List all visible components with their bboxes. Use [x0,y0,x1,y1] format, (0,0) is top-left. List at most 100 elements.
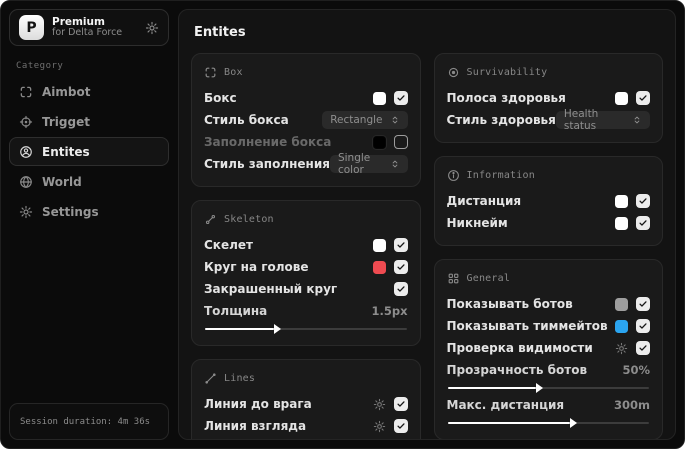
checkbox-checked[interactable] [636,216,650,230]
brand-subtitle: for Delta Force [52,27,123,39]
setting-row-box-enable: Бокс [204,87,408,109]
grid-icon [447,272,460,285]
setting-row-distance: Дистанция [447,190,650,212]
gear-icon[interactable] [373,420,386,433]
setting-row-filled-circle: Закрашенный круг [204,278,408,300]
setting-row-enemy-line: Линия до врага [204,393,408,415]
slider-value: 1.5px [371,304,408,318]
gear-icon[interactable] [373,398,386,411]
sidebar-item-label: Trigget [42,114,90,129]
sidebar-item-settings[interactable]: Settings [9,197,169,226]
card-skeleton: Skeleton Скелет Круг на голове Закрашенн… [191,200,421,346]
box-icon [204,66,217,79]
card-survivability: Survivability Полоса здоровья Стиль здор… [433,53,663,143]
max-distance-slider[interactable] [447,418,649,428]
checkbox-unchecked[interactable] [393,135,408,149]
dropdown-value: Health status [563,108,599,132]
setting-row-bots-opacity: Прозрачность ботов 50% [447,360,650,393]
sidebar-item-world[interactable]: World [9,167,169,196]
app-window: P Premium for Delta Force Category Aimbo… [0,0,685,449]
color-swatch[interactable] [615,91,628,105]
card-title: Survivability [466,67,548,78]
page-title: Entites [194,25,246,40]
setting-row-show-bots: Показывать ботов [447,293,650,315]
setting-row-nickname: Никнейм [447,212,650,234]
session-duration: Session duration: 4m 36s [9,403,169,440]
color-swatch[interactable] [372,260,386,274]
setting-row-box-style: Стиль бокса Rectangle [204,109,408,131]
color-swatch[interactable] [372,238,386,252]
checkbox-checked[interactable] [393,260,408,274]
setting-row-health-style: Стиль здоровья Health status [447,108,650,132]
crosshair-icon [19,115,33,129]
gear-icon [19,205,33,219]
health-style-dropdown[interactable]: Health status [555,108,650,132]
scan-icon [19,85,33,99]
fill-style-dropdown[interactable]: Single color [329,152,408,176]
globe-icon [19,175,33,189]
setting-row-show-teammates: Показывать тиммейтов [447,315,650,337]
setting-row-skeleton: Скелет [204,234,408,256]
card-title: Box [224,67,243,78]
slider-value: 300m [614,398,650,412]
sidebar-item-label: Entites [42,144,90,159]
card-title: Lines [224,373,256,384]
bone-icon [204,213,217,226]
chevron-updown-icon [390,115,400,125]
color-swatch[interactable] [615,297,628,311]
thickness-slider[interactable] [205,324,407,334]
checkbox-checked[interactable] [636,297,650,311]
sidebar-item-trigget[interactable]: Trigget [9,107,169,136]
sidebar-item-entites[interactable]: Entites [9,137,169,166]
checkbox-checked[interactable] [636,91,650,105]
color-swatch[interactable] [372,135,386,149]
chevron-updown-icon [390,159,400,169]
setting-row-head-circle: Круг на голове [204,256,408,278]
entities-icon [19,145,33,159]
color-swatch[interactable] [615,216,628,230]
target-circle-icon [447,66,460,79]
checkbox-checked[interactable] [393,91,408,105]
info-icon [447,169,460,182]
card-title: General [466,273,511,284]
slider-fill[interactable] [447,418,578,428]
sidebar-nav: Aimbot Trigget Entites World Settings [9,77,169,226]
line-icon [204,372,217,385]
checkbox-checked[interactable] [393,238,408,252]
checkbox-checked[interactable] [393,397,408,411]
sidebar: P Premium for Delta Force Category Aimbo… [9,9,169,440]
checkbox-checked[interactable] [636,341,650,355]
checkbox-checked[interactable] [636,194,650,208]
checkbox-checked[interactable] [393,282,408,296]
setting-row-visibility-check: Проверка видимости [447,337,650,359]
checkbox-checked[interactable] [393,419,408,433]
dropdown-value: Single color [337,152,371,176]
sidebar-item-aimbot[interactable]: Aimbot [9,77,169,106]
color-swatch[interactable] [615,319,628,333]
setting-row-box-fill: Заполнение бокса [204,131,408,153]
color-swatch[interactable] [372,91,386,105]
dropdown-value: Rectangle [330,114,383,126]
brand-settings-icon[interactable] [145,21,159,35]
brand-card: P Premium for Delta Force [9,9,169,46]
gear-icon[interactable] [615,342,628,355]
main-panel: Entites Box Бокс Стиль бокса Rectangle З… [178,9,676,440]
setting-row-max-distance: Макс. дистанция 300m [447,395,650,428]
card-lines: Lines Линия до врага Линия взгляда [191,359,421,439]
box-style-dropdown[interactable]: Rectangle [322,111,408,129]
sidebar-item-label: Aimbot [42,84,91,99]
session-duration-label: Session duration: 4m 36s [20,416,151,427]
setting-row-fill-style: Стиль заполнения Single color [204,152,408,176]
slider-fill[interactable] [205,324,280,334]
slider-fill[interactable] [447,383,543,393]
chevron-updown-icon [632,115,642,125]
checkbox-checked[interactable] [636,319,650,333]
color-swatch[interactable] [615,194,628,208]
bots-opacity-slider[interactable] [447,383,649,393]
slider-value: 50% [622,363,650,377]
card-general: General Показывать ботов Показывать тимм… [433,259,663,439]
card-box: Box Бокс Стиль бокса Rectangle Заполнени… [191,53,421,187]
sidebar-item-label: Settings [42,204,99,219]
setting-row-health-bar: Полоса здоровья [447,87,650,109]
brand-logo: P [19,15,44,40]
